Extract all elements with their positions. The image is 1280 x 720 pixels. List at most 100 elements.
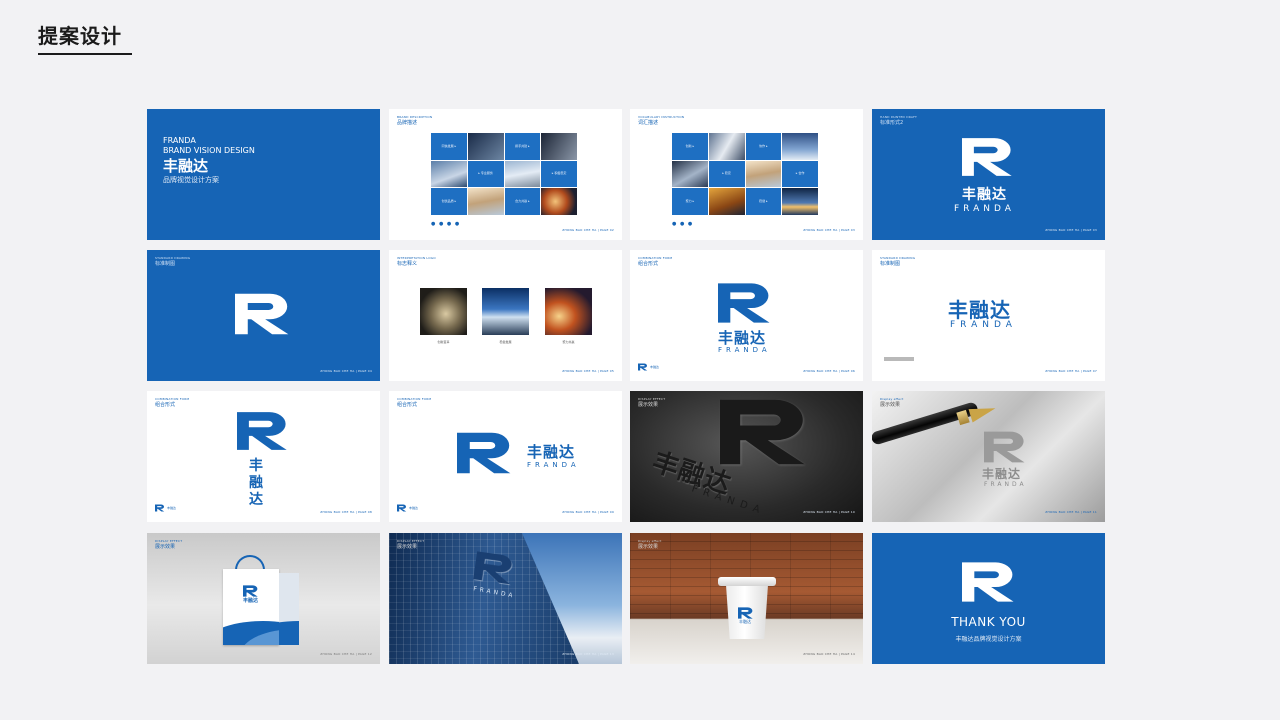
slide-label-cn: 标准制图 bbox=[155, 261, 176, 267]
logo-name-en: FRANDA bbox=[718, 346, 771, 354]
slide-label-cn: 标准制图 bbox=[880, 261, 901, 267]
mini-logo-text: 丰融达 bbox=[409, 506, 419, 510]
slide-cup-mockup[interactable]: Display effect 展示效果 丰融达 ZHONG BAO CHE HA… bbox=[630, 533, 863, 664]
logo-name-cn: 丰融达 bbox=[962, 187, 1007, 203]
slide-paper-pen-mockup[interactable]: Display effect 展示效果 丰融达 FRANDA ZHONG BAO… bbox=[872, 391, 1105, 522]
thank-you-subtitle: 丰融达品牌视觉设计方案 bbox=[955, 636, 1022, 643]
slide-standard-drawing-2[interactable]: STANDARD DRAWING 标准制图 丰融达 FRANDA ZHONG B… bbox=[872, 250, 1105, 381]
r-logo-icon bbox=[718, 282, 774, 324]
mosaic-photo bbox=[467, 133, 504, 160]
logo-name-cn: 丰融达 bbox=[718, 329, 767, 347]
slide-footer: ZHONG BAO CHE HA | PAGE 12 bbox=[320, 652, 372, 656]
mini-logo-text: 丰融达 bbox=[167, 506, 177, 510]
cover-brand-cn: 丰融达 bbox=[163, 157, 209, 175]
slide-standard-form[interactable]: HAND PAINTED DRAFT 标准形式2 丰融达 FRANDA ZHON… bbox=[872, 109, 1105, 240]
slide-logo-interpretation[interactable]: INTERPRETATION LOGO 标志释义 创新变革 稳健发展 聚力共赢 … bbox=[389, 250, 622, 381]
shopping-bag bbox=[223, 569, 279, 645]
mosaic-tile: ▸ 积极稳定 bbox=[541, 160, 577, 188]
slide-vocabulary[interactable]: VOCABULARY INSTRUCTION 词汇描述 创新 ▸ 协作 ▸ ▸ … bbox=[630, 109, 863, 240]
mosaic-photo bbox=[745, 160, 782, 188]
mini-logo-icon bbox=[155, 504, 165, 512]
slide-grid: FRANDA BRAND VISION DESIGN 丰融达 品牌视觉设计方案 … bbox=[147, 109, 1105, 664]
slide-standard-drawing[interactable]: STANDARD DRAWING 标准制图 ZHONG BAO CHE HA |… bbox=[147, 250, 380, 381]
slide-footer: ZHONG BAO CHE HA | PAGE 02 bbox=[562, 228, 614, 232]
title-underline bbox=[38, 53, 132, 55]
mosaic-tile: ▸ 稳定 bbox=[708, 160, 745, 188]
photo-caption: 创新变革 bbox=[437, 340, 450, 344]
mosaic-tile: 协作 ▸ bbox=[745, 133, 782, 160]
pager-dots: ● ● ● bbox=[672, 221, 694, 227]
slide-combination-form[interactable]: COMBINATION FORM 组合形式 丰融达 FRANDA 丰融达 ZHO… bbox=[630, 250, 863, 381]
slide-building-mockup[interactable]: DISPLAY EFFECT 展示效果 FRANDA ZHONG BAO CHE… bbox=[389, 533, 622, 664]
cup-logo-icon bbox=[738, 607, 754, 619]
embossed-name-cn: 丰融达 bbox=[982, 467, 1022, 481]
logo-name-cn: 丰融达 bbox=[948, 298, 1011, 322]
mosaic-tile: 稳健 ▸ bbox=[745, 188, 782, 215]
mini-logo-icon bbox=[638, 363, 648, 371]
bag-logo-icon bbox=[243, 585, 259, 597]
mosaic-tile: ▸ 专业服务 bbox=[467, 160, 504, 188]
slide-footer: ZHONG BAO CHE HA | PAGE 07 bbox=[1045, 369, 1097, 373]
mosaic-tile: 创新 ▸ bbox=[672, 133, 708, 160]
r-logo-icon bbox=[962, 561, 1018, 603]
slide-label-cn: 标准形式2 bbox=[880, 120, 904, 126]
slide-footer: ZHONG BAO CHE HA | PAGE 13 bbox=[562, 652, 614, 656]
r-logo-icon bbox=[962, 137, 1016, 177]
slide-label-cn: 标志释义 bbox=[397, 261, 418, 267]
image-mosaic: 创新 ▸ 协作 ▸ ▸ 稳定 ▸ 合作 聚力 ▸ 稳健 ▸ bbox=[672, 133, 818, 215]
cover-brand-en: FRANDA bbox=[163, 136, 196, 145]
slide-footer: ZHONG BAO CHE HA | PAGE 14 bbox=[803, 652, 855, 656]
mosaic-photo bbox=[708, 188, 745, 215]
logo-char: 达 bbox=[249, 492, 264, 508]
thank-you-text: THANK YOU bbox=[951, 615, 1026, 629]
slide-horizontal-combination[interactable]: COMBINATION FORM 组合形式 丰融达 FRANDA 丰融达 ZHO… bbox=[389, 391, 622, 522]
building-logo-icon bbox=[473, 550, 517, 585]
slide-footer: ZHONG BAO CHE HA | PAGE 03 bbox=[1045, 228, 1097, 232]
bag-brand-cn: 丰融达 bbox=[243, 598, 259, 604]
mini-logo-text: 丰融达 bbox=[650, 365, 660, 369]
slide-label-cn: 展示效果 bbox=[638, 544, 659, 550]
embossed-name-en: FRANDA bbox=[984, 481, 1027, 488]
interpretation-photo bbox=[482, 288, 529, 335]
slide-leather-mockup[interactable]: DISPLAY EFFECT 展示效果 丰融达 FRANDA ZHONG BAO… bbox=[630, 391, 863, 522]
cup-brand-cn: 丰融达 bbox=[739, 619, 751, 624]
slide-label-cn: 展示效果 bbox=[155, 544, 176, 550]
logo-name-en: FRANDA bbox=[954, 204, 1015, 214]
slide-label-cn: 组合形式 bbox=[155, 402, 176, 408]
color-swatch bbox=[884, 357, 914, 361]
mosaic-tile: 携手共建 ▸ bbox=[504, 133, 541, 160]
mosaic-photo bbox=[467, 188, 504, 215]
pager-dots: ● ● ● ● bbox=[431, 221, 461, 227]
cover-subtitle: 品牌视觉设计方案 bbox=[163, 176, 219, 184]
mosaic-photo bbox=[541, 188, 577, 215]
mosaic-photo bbox=[431, 160, 467, 188]
image-mosaic: 同信发展 ▸ 携手共建 ▸ ▸ 专业服务 ▸ 积极稳定 创优品质 ▸ 合力共赢 … bbox=[431, 133, 577, 215]
mosaic-photo bbox=[541, 133, 577, 160]
slide-cover[interactable]: FRANDA BRAND VISION DESIGN 丰融达 品牌视觉设计方案 bbox=[147, 109, 380, 240]
mosaic-tile: 同信发展 ▸ bbox=[431, 133, 467, 160]
slide-label-cn: 展示效果 bbox=[880, 402, 901, 408]
slide-thank-you[interactable]: THANK YOU 丰融达品牌视觉设计方案 bbox=[872, 533, 1105, 664]
mini-logo-icon bbox=[397, 504, 407, 512]
cover-vision-design: BRAND VISION DESIGN bbox=[163, 146, 255, 155]
slide-label-cn: 组合形式 bbox=[397, 402, 418, 408]
mosaic-tile: 合力共赢 ▸ bbox=[504, 188, 541, 215]
slide-vertical-combination[interactable]: COMBINATION FORM 组合形式 丰 融 达 丰融达 ZHONG BA… bbox=[147, 391, 380, 522]
slide-footer: ZHONG BAO CHE HA | PAGE 04 bbox=[320, 369, 372, 373]
slide-footer: ZHONG BAO CHE HA | PAGE 10 bbox=[803, 510, 855, 514]
mosaic-photo bbox=[672, 160, 708, 188]
slide-footer: ZHONG BAO CHE HA | PAGE 09 bbox=[562, 510, 614, 514]
slide-footer: ZHONG BAO CHE HA | PAGE 08 bbox=[320, 510, 372, 514]
slide-bag-mockup[interactable]: DISPLAY EFFECT 展示效果 丰融达 ZHONG BAO CHE HA… bbox=[147, 533, 380, 664]
slide-brand-description[interactable]: BRAND DESCRIPTION 品牌描述 同信发展 ▸ 携手共建 ▸ ▸ 专… bbox=[389, 109, 622, 240]
slide-label-cn: 词汇描述 bbox=[638, 120, 659, 126]
mosaic-photo bbox=[504, 160, 541, 188]
embossed-logo-icon bbox=[984, 431, 1028, 463]
slide-label-cn: 展示效果 bbox=[638, 402, 659, 408]
cup-lid bbox=[718, 577, 776, 586]
r-logo-icon bbox=[457, 431, 515, 475]
slide-label-cn: 品牌描述 bbox=[397, 120, 418, 126]
bag-side bbox=[279, 573, 299, 645]
logo-name-cn: 丰融达 bbox=[527, 443, 576, 461]
photo-caption: 聚力共赢 bbox=[562, 340, 575, 344]
